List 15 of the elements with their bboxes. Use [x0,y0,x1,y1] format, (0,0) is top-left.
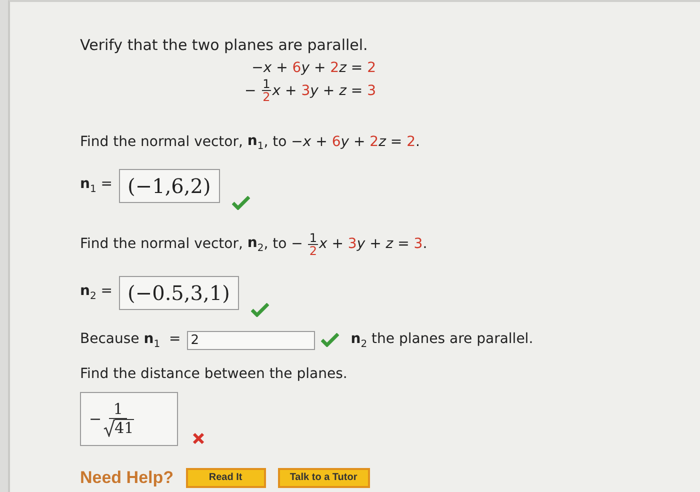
question-text: Find the distance between the planes. [80,366,348,382]
conclusion-text: n$_{2}$ the planes are parallel. [350,330,534,350]
help-button[interactable]: Read It [186,468,266,488]
answer-field[interactable]: 2 [186,330,315,350]
answer-field[interactable]: (−1,6,2) [118,168,220,203]
because-text: Because n$_{1}$ = [80,330,181,350]
vector-label: n$_{2}$ = [80,283,113,302]
equation: −x + 6y + 2z = 2 [252,60,376,76]
help-button[interactable]: Talk to a Tutor [278,468,370,488]
vector-label: n$_{1}$ = [80,176,113,196]
help-label: Need Help? [80,468,174,488]
radical-sign-icon [102,418,115,437]
question-title: Verify that the two planes are parallel. [80,36,369,54]
answer-field[interactable]: (−0.5,3,1) [118,276,239,310]
question-text: Find the normal vector, n$_{1}$, to −x + 6y + 2z = 2. [80,133,421,152]
